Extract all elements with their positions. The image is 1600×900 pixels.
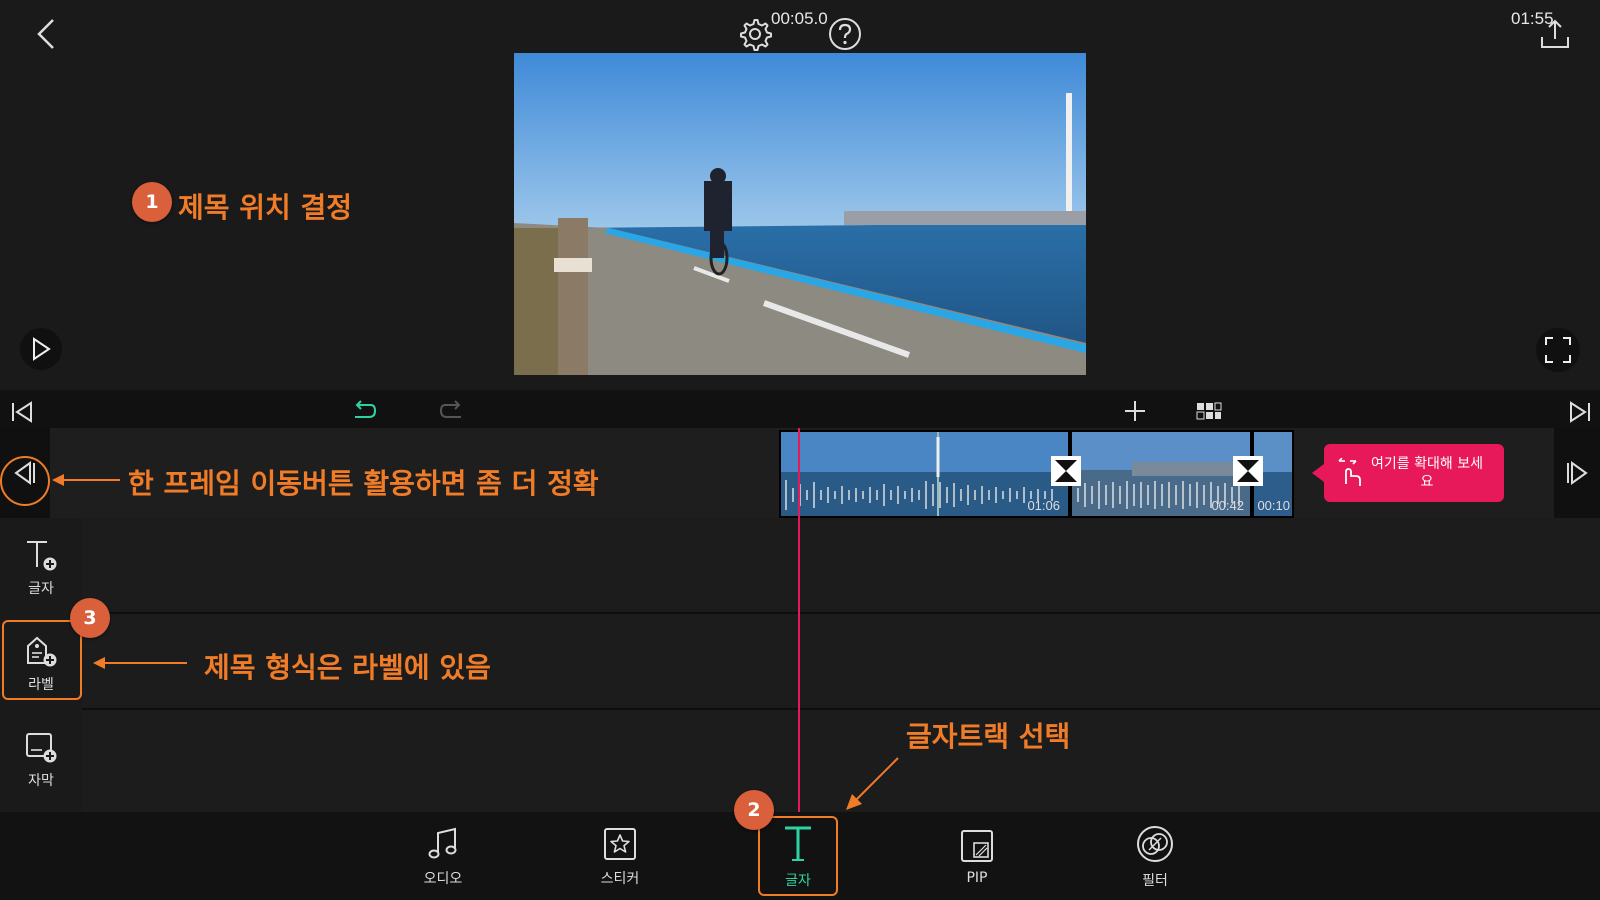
tab-audio-label: 오디오 — [423, 871, 463, 887]
jump-to-end-button[interactable] — [1564, 396, 1596, 428]
video-preview[interactable] — [514, 53, 1086, 375]
track-divider — [82, 612, 1600, 614]
play-icon — [33, 337, 51, 361]
frame-forward-icon — [1567, 461, 1588, 485]
total-duration: 01:55 — [1511, 9, 1554, 28]
zoom-hint-text: 여기를 확대해 보세요 — [1371, 456, 1483, 490]
frame-tip-annotation: 한 프레임 이동버튼 활용하면 좀 더 정확 — [128, 467, 599, 500]
transition-icon — [1237, 460, 1259, 482]
text-add-icon — [27, 541, 57, 571]
question-circle-icon — [829, 18, 861, 50]
pinch-zoom-icon — [1338, 458, 1361, 486]
timeline-toolbar — [0, 390, 1600, 428]
add-clip-button[interactable] — [1120, 396, 1150, 426]
fullscreen-expand-icon — [1545, 337, 1571, 363]
prev-frame-highlight — [0, 456, 50, 506]
video-clip[interactable]: 00:42 — [1072, 432, 1250, 516]
step-2-annotation: 글자트랙 선택 — [906, 720, 1071, 753]
chevron-left-icon — [37, 19, 54, 49]
music-note-icon — [428, 827, 457, 859]
undo-button[interactable] — [346, 396, 380, 426]
transition-button[interactable] — [1051, 456, 1081, 486]
transition-icon — [1055, 460, 1077, 482]
text-track-button[interactable]: 글자 — [0, 520, 82, 616]
arrow-down-left-icon — [846, 757, 899, 810]
step-3-annotation: 제목 형식은 라벨에 있음 — [204, 651, 491, 684]
step-2-badge: 2 — [734, 790, 774, 830]
tab-sticker[interactable]: 스티커 — [580, 818, 660, 896]
video-clip[interactable]: 01:06 — [781, 432, 1068, 516]
clip-duration: 00:42 — [1211, 498, 1244, 513]
zoom-hint-pointer — [1312, 464, 1324, 482]
back-button[interactable] — [26, 14, 66, 54]
label-button-highlight — [2, 620, 82, 700]
skip-start-icon — [12, 401, 32, 423]
tab-sticker-label: 스티커 — [600, 871, 640, 887]
pip-icon — [961, 830, 993, 862]
fullscreen-button[interactable] — [1536, 328, 1580, 372]
transition-button[interactable] — [1233, 456, 1263, 486]
track-divider — [82, 708, 1600, 710]
skip-end-icon — [1570, 401, 1590, 423]
clip-strip: 01:06 00:42 00:10 — [779, 430, 1294, 518]
step-1-annotation: 제목 위치 결정 — [178, 191, 353, 224]
sticker-star-icon — [604, 828, 636, 860]
video-frame-image — [514, 53, 1086, 375]
subtitle-track-label: 자막 — [28, 773, 54, 789]
zoom-hint-tooltip[interactable]: 여기를 확대해 보세요 — [1324, 444, 1504, 502]
tab-filter-label: 필터 — [1142, 873, 1168, 889]
redo-button[interactable] — [436, 396, 470, 426]
step-1-badge: 1 — [132, 182, 172, 222]
multi-select-button[interactable] — [1194, 398, 1224, 424]
help-button[interactable] — [825, 14, 865, 54]
text-tab-highlight — [758, 816, 838, 896]
plus-icon — [1125, 401, 1145, 421]
gear-icon — [740, 19, 772, 51]
step-3-badge: 3 — [70, 598, 110, 638]
grid-icon — [1196, 402, 1222, 420]
play-button[interactable] — [20, 328, 62, 370]
tab-pip-label: PIP — [966, 870, 988, 886]
tab-filter[interactable]: 필터 — [1115, 818, 1195, 896]
subtitle-add-icon — [26, 733, 57, 763]
settings-button[interactable] — [735, 14, 775, 54]
text-track-label: 글자 — [28, 581, 54, 597]
current-time: 00:05.0 — [771, 9, 828, 28]
subtitle-track-button[interactable]: 자막 — [0, 712, 82, 808]
clip-duration: 00:10 — [1257, 498, 1290, 513]
jump-to-start-button[interactable] — [6, 396, 38, 428]
redo-icon — [439, 400, 461, 418]
playhead[interactable] — [798, 428, 800, 812]
tab-audio[interactable]: 오디오 — [403, 818, 483, 896]
filter-icon — [1137, 826, 1173, 862]
audio-waveform — [785, 480, 1053, 510]
arrow-left-icon — [52, 474, 120, 486]
tab-pip[interactable]: PIP — [937, 818, 1017, 896]
undo-icon — [355, 400, 377, 418]
clip-duration: 01:06 — [1027, 498, 1060, 513]
next-frame-button[interactable] — [1554, 428, 1600, 518]
arrow-left-icon — [93, 657, 187, 669]
